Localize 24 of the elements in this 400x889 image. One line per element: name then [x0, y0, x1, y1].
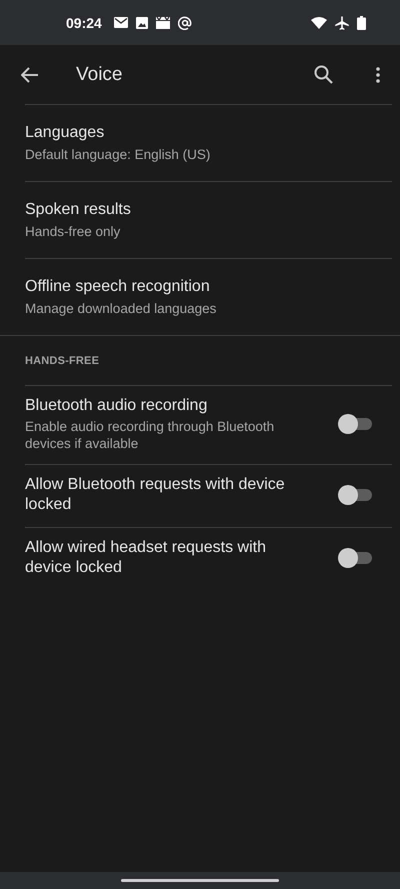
more-options-icon[interactable]: [376, 66, 380, 82]
back-arrow-icon[interactable]: [21, 66, 39, 82]
at-sign-icon: [178, 16, 192, 30]
toggle-switch[interactable]: [338, 485, 372, 505]
mail-icon: [114, 17, 128, 28]
setting-title: Allow Bluetooth requests with device locked: [25, 475, 286, 515]
battery-icon: [357, 16, 366, 30]
airplane-icon: [335, 16, 349, 30]
settings-item[interactable]: Spoken results Hands-free only: [0, 182, 400, 258]
image-icon: [136, 16, 148, 28]
setting-title: Bluetooth audio recording: [25, 396, 208, 416]
settings-item[interactable]: Offline speech recognition Manage downloaded languages: [0, 259, 400, 335]
search-icon[interactable]: [314, 65, 333, 84]
wifi-icon: [311, 16, 327, 28]
setting-title: Allow wired headset requests with device locked: [25, 538, 268, 578]
section-header: HANDS-FREE: [24, 354, 100, 368]
gesture-handle[interactable]: [121, 879, 279, 882]
status-time: 09:24: [66, 14, 102, 30]
toggle-switch[interactable]: [338, 414, 372, 434]
calendar-icon: [156, 16, 170, 29]
settings-item[interactable]: Languages Default language: English (US): [0, 105, 400, 181]
toggle-switch[interactable]: [338, 548, 372, 568]
screen-title: Voice: [76, 64, 122, 86]
setting-summary: Enable audio recording through Bluetooth devices if available: [25, 418, 276, 452]
